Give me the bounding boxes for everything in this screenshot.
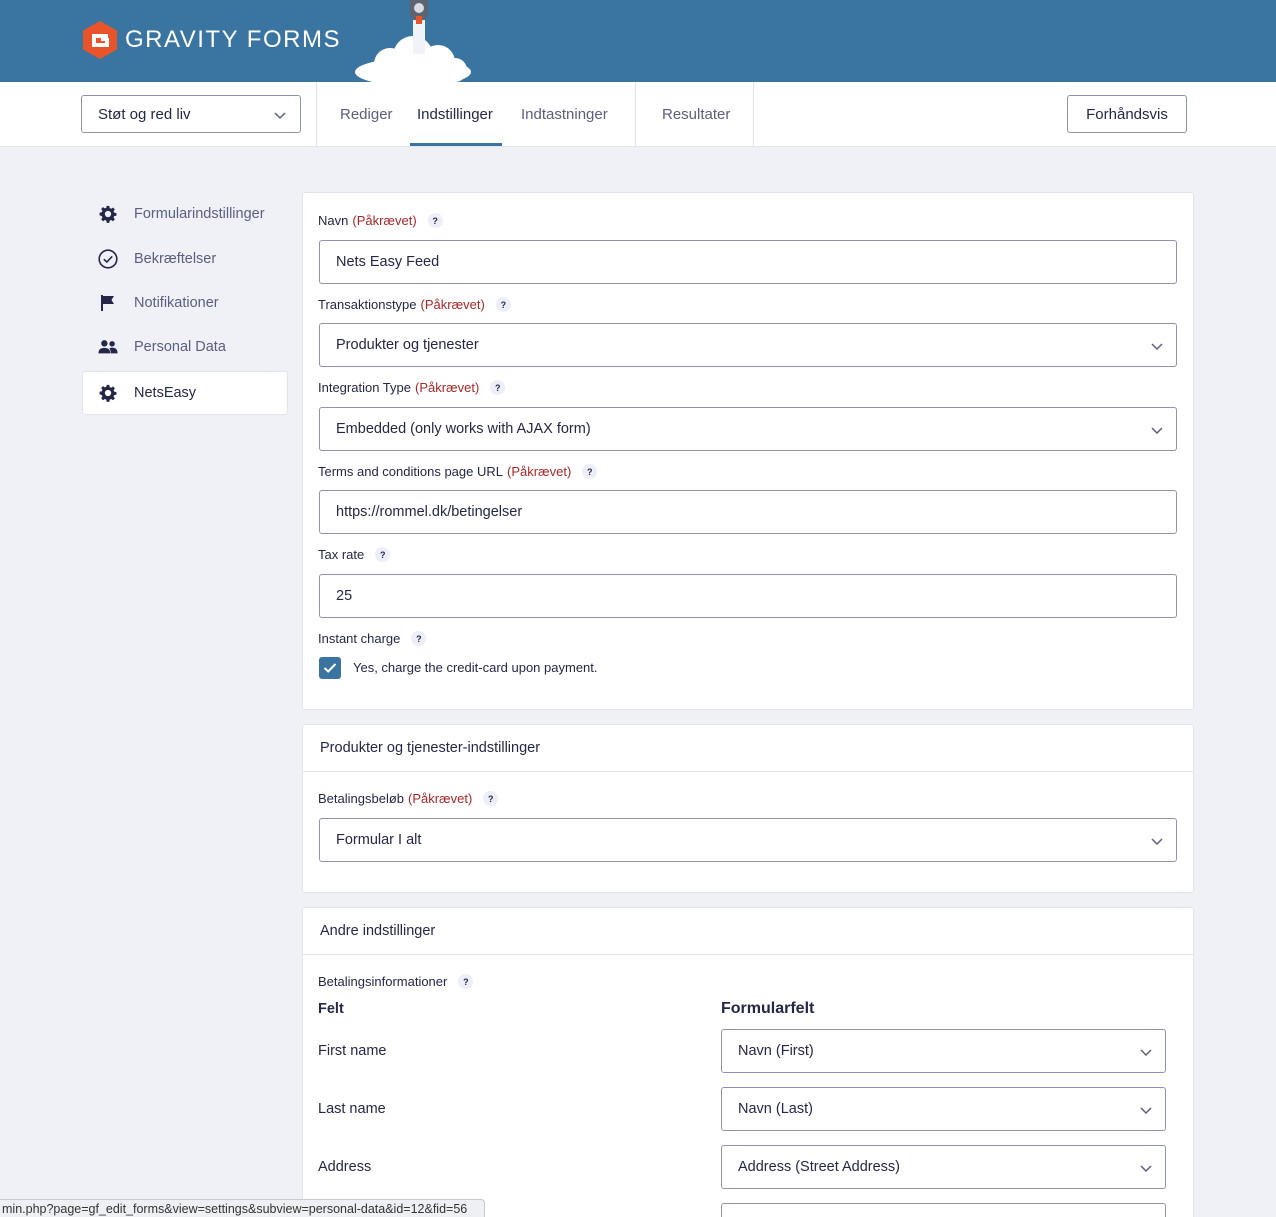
users-icon — [98, 337, 118, 357]
sidebar-item-form-settings[interactable]: Formularindstillinger — [82, 192, 288, 236]
chevron-down-icon — [1140, 1107, 1152, 1115]
billing-info-label: Betalingsinformationer ? — [318, 974, 474, 989]
chevron-down-icon — [1151, 427, 1163, 435]
mapping-select-value: Navn (Last) — [738, 1101, 813, 1117]
required-marker: (Påkrævet) — [415, 380, 480, 395]
toolbar-divider — [316, 82, 317, 146]
mapping-select-value: Address (Street Address) — [738, 1159, 900, 1175]
status-bar-url: min.php?page=gf_edit_forms&view=settings… — [0, 1199, 485, 1217]
sidebar-item-confirmations[interactable]: Bekræftelser — [82, 237, 288, 281]
chevron-down-icon — [1140, 1049, 1152, 1057]
tax-rate-input[interactable]: 25 — [319, 574, 1177, 618]
mapping-select[interactable]: Navn (Last) — [721, 1087, 1166, 1131]
tab-edit[interactable]: Rediger — [340, 82, 393, 146]
chevron-down-icon — [1151, 343, 1163, 351]
transaction-type-value: Produkter og tjenester — [336, 337, 479, 353]
instant-charge-checkbox[interactable] — [319, 657, 341, 679]
help-icon[interactable]: ? — [375, 547, 391, 562]
integration-type-label: Integration Type (Påkrævet) ? — [318, 380, 506, 395]
form-toolbar: Støt og red liv Rediger Indstillinger In… — [0, 82, 1276, 147]
billing-info-label-text: Betalingsinformationer — [318, 974, 448, 989]
tax-rate-label-text: Tax rate — [318, 547, 365, 562]
mapping-select[interactable]: Navn (First) — [721, 1029, 1166, 1073]
help-icon[interactable]: ? — [427, 213, 443, 228]
sidebar-item-label: Notifikationer — [134, 295, 219, 311]
instant-charge-checkbox-label[interactable]: Yes, charge the credit-card upon payment… — [353, 660, 598, 675]
column-header-form-field: Formularfelt — [721, 1000, 815, 1017]
required-marker: (Påkrævet) — [507, 464, 572, 479]
tax-rate-value: 25 — [336, 588, 353, 604]
help-icon[interactable]: ? — [495, 297, 511, 312]
required-marker: (Påkrævet) — [420, 297, 485, 312]
tab-settings[interactable]: Indstillinger — [417, 82, 493, 146]
chevron-down-icon — [1140, 1165, 1152, 1173]
payment-amount-select[interactable]: Formular I alt — [319, 818, 1177, 862]
sidebar-item-label: Bekræftelser — [134, 251, 217, 267]
terms-url-value: https://rommel.dk/betingelser — [336, 504, 523, 520]
sidebar-item-netseasy[interactable]: NetsEasy — [82, 371, 288, 415]
payment-amount-value: Formular I alt — [336, 832, 422, 848]
help-icon[interactable]: ? — [458, 974, 474, 989]
mapping-select[interactable] — [721, 1203, 1166, 1217]
sidebar-item-label: Personal Data — [134, 339, 226, 355]
tax-rate-label: Tax rate ? — [318, 547, 391, 562]
mapping-row-label: Last name — [318, 1101, 386, 1117]
name-input[interactable]: Nets Easy Feed — [319, 240, 1177, 284]
section-title: Produkter og tjenester-indstillinger — [303, 725, 1193, 772]
toolbar-divider — [635, 82, 636, 146]
active-tab-indicator — [410, 143, 502, 146]
name-label-text: Navn — [318, 213, 349, 228]
terms-url-input[interactable]: https://rommel.dk/betingelser — [319, 490, 1177, 534]
name-input-value: Nets Easy Feed — [336, 254, 440, 270]
integration-type-label-text: Integration Type — [318, 380, 411, 395]
mapping-select-value: Navn (First) — [738, 1043, 814, 1059]
form-switcher-value: Støt og red liv — [98, 105, 191, 123]
logo-text: GRAVITY FORMS — [125, 26, 341, 53]
section-title: Andre indstillinger — [303, 908, 1193, 955]
integration-type-select[interactable]: Embedded (only works with AJAX form) — [319, 407, 1177, 451]
transaction-type-label: Transaktionstype (Påkrævet) ? — [318, 297, 511, 312]
transaction-type-label-text: Transaktionstype — [318, 297, 417, 312]
mapping-select[interactable]: Address (Street Address) — [721, 1145, 1166, 1189]
form-switcher-dropdown[interactable]: Støt og red liv — [81, 95, 301, 133]
mapping-row-label: Address — [318, 1159, 372, 1175]
chevron-down-icon — [274, 112, 286, 120]
terms-url-label-text: Terms and conditions page URL — [318, 464, 503, 479]
checkmark-icon — [323, 663, 337, 673]
gravity-forms-logo-icon — [83, 21, 117, 59]
help-icon[interactable]: ? — [483, 791, 499, 806]
sidebar-item-label: Formularindstillinger — [134, 206, 265, 222]
required-marker: (Påkrævet) — [408, 791, 473, 806]
sidebar-item-notifications[interactable]: Notifikationer — [82, 281, 288, 325]
instant-charge-label-text: Instant charge — [318, 631, 401, 646]
chevron-down-icon — [1151, 838, 1163, 846]
name-label: Navn (Påkrævet) ? — [318, 213, 443, 228]
instant-charge-label: Instant charge ? — [318, 631, 427, 646]
help-icon[interactable]: ? — [411, 631, 427, 646]
terms-url-label: Terms and conditions page URL (Påkrævet)… — [318, 464, 598, 479]
payment-amount-label: Betalingsbeløb (Påkrævet) ? — [318, 791, 499, 806]
integration-type-value: Embedded (only works with AJAX form) — [336, 421, 591, 437]
check-circle-icon — [98, 249, 118, 269]
gravity-forms-logo[interactable]: GRAVITY FORMS — [81, 20, 341, 60]
flag-icon — [98, 293, 118, 313]
rocket-illustration — [355, 0, 471, 82]
mapping-row-label: First name — [318, 1043, 387, 1059]
sidebar-item-label: NetsEasy — [134, 385, 197, 401]
column-header-field: Felt — [318, 1001, 344, 1017]
toolbar-divider — [753, 82, 754, 146]
products-settings-panel: Produkter og tjenester-indstillinger — [302, 724, 1194, 893]
tab-entries[interactable]: Indtastninger — [521, 82, 608, 146]
sidebar-item-personal-data[interactable]: Personal Data — [82, 325, 288, 369]
help-icon[interactable]: ? — [582, 464, 598, 479]
transaction-type-select[interactable]: Produkter og tjenester — [319, 323, 1177, 367]
preview-button[interactable]: Forhåndsvis — [1067, 95, 1187, 133]
top-header: GRAVITY FORMS — [0, 0, 1276, 82]
gear-icon — [98, 204, 118, 224]
gear-icon — [98, 383, 118, 403]
help-icon[interactable]: ? — [490, 380, 506, 395]
required-marker: (Påkrævet) — [352, 213, 417, 228]
tab-results[interactable]: Resultater — [662, 82, 730, 146]
payment-amount-label-text: Betalingsbeløb — [318, 791, 404, 806]
